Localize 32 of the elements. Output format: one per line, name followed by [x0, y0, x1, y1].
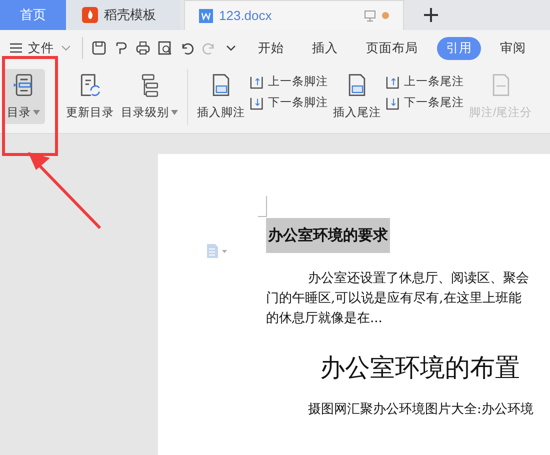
- file-menu[interactable]: 文件: [8, 40, 74, 56]
- paragraph-line: 办公室还设置了休息厅、阅读区、聚会: [307, 270, 530, 288]
- paragraph-line: 的休息厅就像是在...: [266, 310, 384, 328]
- arrow-up-icon: [386, 74, 401, 89]
- ribbon-button[interactable]: 目录级别: [119, 69, 180, 124]
- ribbon-button[interactable]: 上一条脚注: [250, 74, 328, 89]
- ribbon-button[interactable]: 下一条尾注: [386, 95, 464, 110]
- ribbon-button[interactable]: 插入尾注: [331, 69, 383, 124]
- arrow-down-icon: [250, 95, 265, 110]
- save-icon[interactable]: [91, 40, 107, 56]
- ribbon-button[interactable]: 目录: [2, 69, 45, 124]
- document-title: 办公室环境的布置: [320, 352, 521, 384]
- paragraph-line: 摄图网汇聚办公环境图片大全:办公环境: [307, 401, 534, 419]
- document-heading: 办公室环境的要求: [266, 218, 390, 253]
- ribbon-button[interactable]: 更新目录: [64, 69, 116, 124]
- ribbon-button[interactable]: 上一条尾注: [386, 74, 464, 89]
- unsaved-dot-icon: [382, 12, 389, 19]
- ribbon-button[interactable]: 下一条脚注: [250, 95, 328, 110]
- monitor-icon[interactable]: [364, 10, 376, 22]
- print-preview-icon[interactable]: [157, 40, 173, 56]
- paragraph-line: 门的午睡区,可以说是应有尽有,在这里上班能: [266, 290, 522, 308]
- arrow-down-icon: [386, 95, 401, 110]
- tab[interactable]: 123.docx: [184, 0, 404, 30]
- ribbon-tab[interactable]: 审阅: [491, 36, 535, 60]
- flame-logo-icon: [82, 7, 98, 23]
- tab[interactable]: 稻壳模板: [68, 0, 180, 30]
- ribbon-tab[interactable]: 页面布局: [357, 36, 427, 60]
- print-icon[interactable]: [135, 40, 151, 56]
- ribbon-tab[interactable]: 插入: [303, 36, 347, 60]
- ribbon-tab[interactable]: 开始: [249, 36, 293, 60]
- ribbon-button[interactable]: 插入脚注: [195, 69, 247, 124]
- arrow-up-icon: [250, 74, 265, 89]
